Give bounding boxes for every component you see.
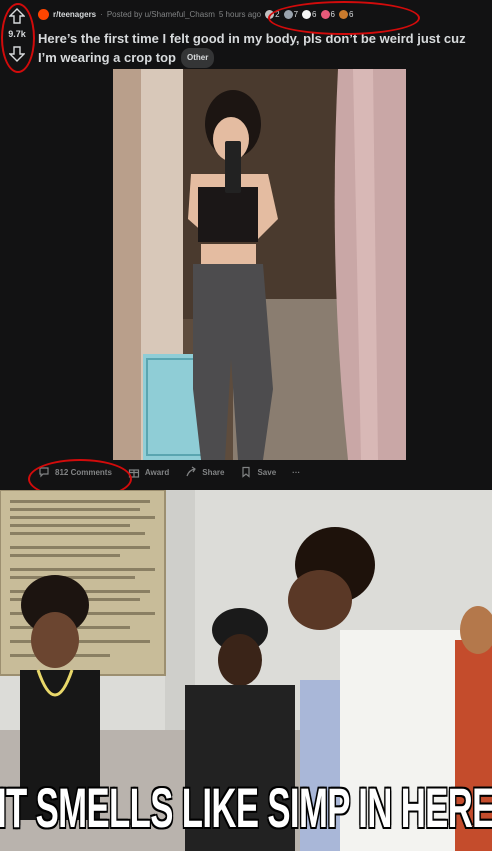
award-label: Award xyxy=(144,467,170,477)
mirror-selfie-illustration xyxy=(113,69,406,460)
gift-icon xyxy=(128,469,140,478)
vote-score: 9.7k xyxy=(8,29,26,39)
post-flair[interactable]: Other xyxy=(180,48,215,68)
posted-by[interactable]: Posted by u/Shameful_Chasm xyxy=(107,10,215,19)
heart-award-icon xyxy=(320,10,330,19)
comments-label: 812 Comments xyxy=(55,467,112,477)
comments-button[interactable]: 812 Comments xyxy=(38,466,112,478)
wholesome-award-icon xyxy=(302,10,312,19)
post-title-text: Here’s the first time I felt good in my … xyxy=(38,31,466,65)
downvote-arrow-icon[interactable] xyxy=(9,46,25,62)
subreddit-link[interactable]: r/teenagers xyxy=(53,10,96,19)
bookmark-icon xyxy=(242,466,251,478)
silver-award-icon xyxy=(265,10,275,19)
more-options-label: ··· xyxy=(292,467,301,477)
post-actions: 812 Comments Award Share Save ··· xyxy=(38,466,300,478)
post-title[interactable]: Here’s the first time I felt good in my … xyxy=(38,30,483,68)
vote-column: 9.7k xyxy=(0,0,34,70)
post-time: 5 hours ago xyxy=(218,10,262,19)
share-label: Share xyxy=(202,467,225,477)
more-options-button[interactable]: ··· xyxy=(292,468,300,477)
meme-caption: IT SMELLS LIKE SIMP IN HERE xyxy=(0,775,492,840)
save-label: Save xyxy=(257,467,277,477)
poop-award-icon xyxy=(338,10,348,19)
upvote-arrow-icon[interactable] xyxy=(9,8,25,24)
subreddit-icon[interactable] xyxy=(38,9,49,20)
share-icon xyxy=(186,466,197,477)
award-item[interactable]: 6 xyxy=(320,10,335,19)
helpful-award-icon xyxy=(283,10,293,19)
award-item[interactable]: 6 xyxy=(338,10,353,19)
award-item[interactable]: 7 xyxy=(283,10,298,19)
save-button[interactable]: Save xyxy=(240,466,276,478)
share-button[interactable]: Share xyxy=(185,466,224,478)
award-item[interactable]: 6 xyxy=(302,10,317,19)
post-meta: r/teenagers · Posted by u/Shameful_Chasm… xyxy=(38,9,353,20)
comment-icon xyxy=(39,467,49,478)
post-image[interactable] xyxy=(113,69,406,460)
award-item[interactable]: 2 xyxy=(265,10,280,19)
award-button[interactable]: Award xyxy=(128,466,169,478)
reddit-post: 9.7k r/teenagers · Posted by u/Shameful_… xyxy=(0,0,492,490)
